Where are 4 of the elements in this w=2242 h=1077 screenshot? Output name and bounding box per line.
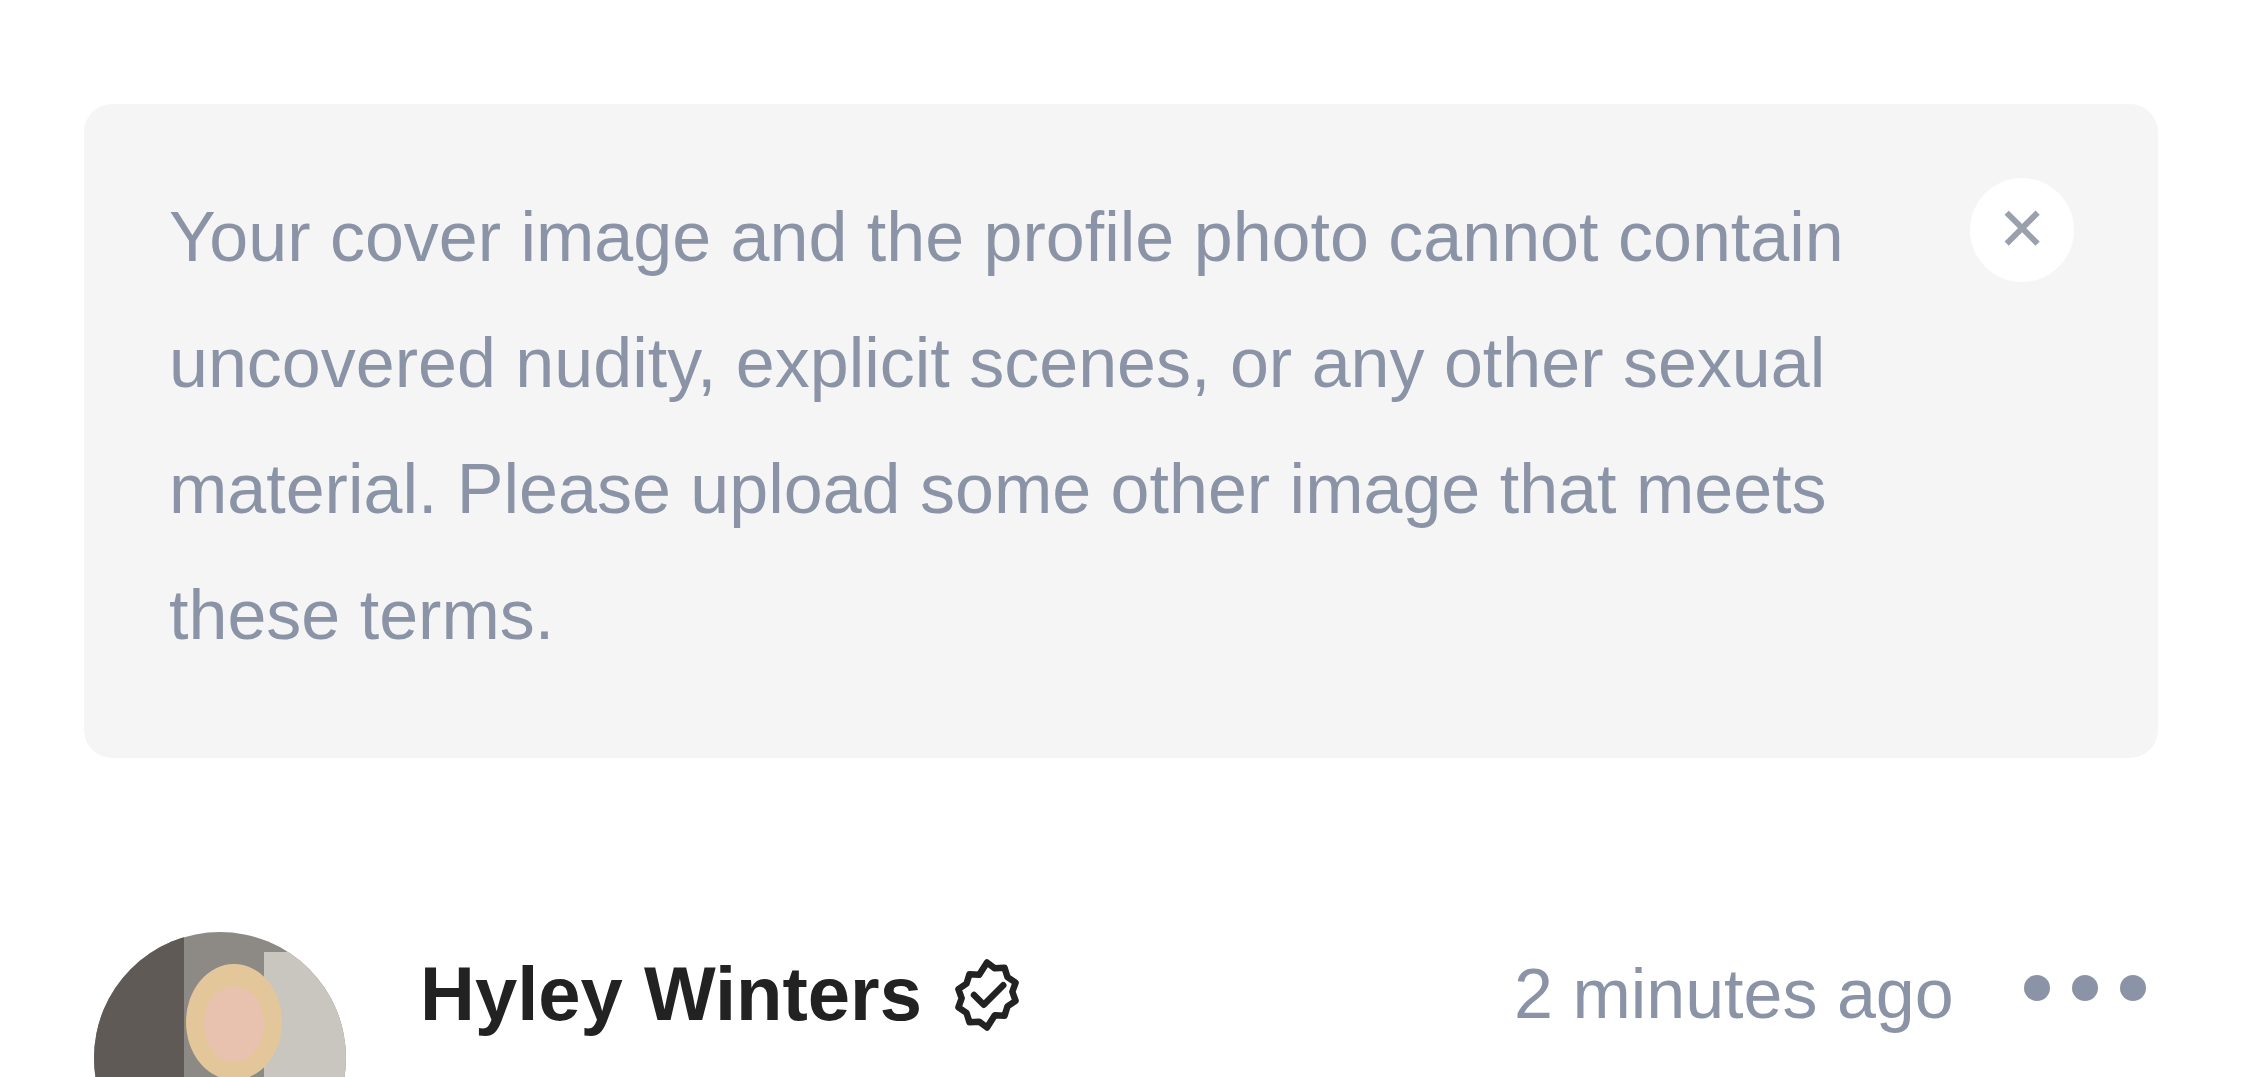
- author-name[interactable]: Hyley Winters: [420, 944, 922, 1044]
- notice-text: Your cover image and the profile photo cannot contain uncovered nudity, explicit scenes, or any other sexual material. Please upload some other image that meets these terms.: [169, 197, 1845, 656]
- more-options-icon[interactable]: [2023, 974, 2147, 1002]
- post-time: 2 minutes ago: [1514, 954, 1954, 1035]
